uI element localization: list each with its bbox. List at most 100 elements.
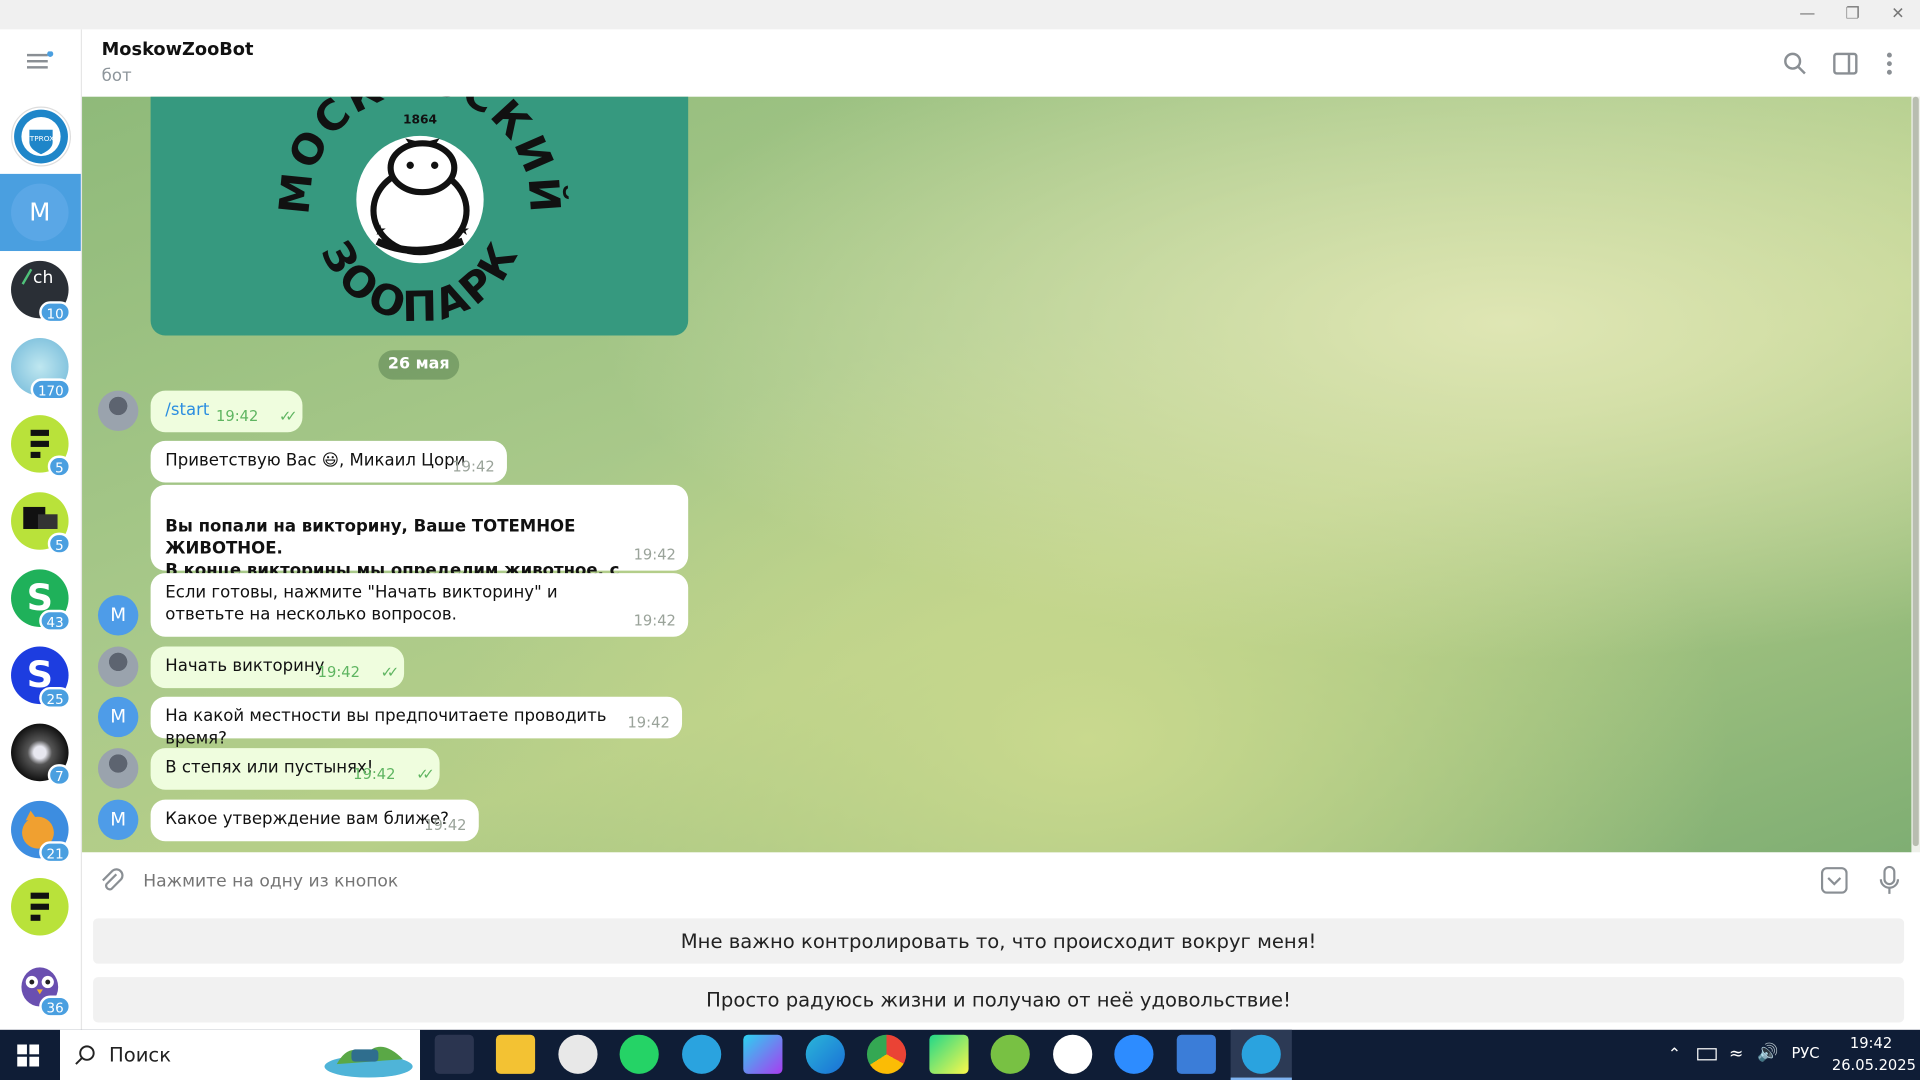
more-options-icon[interactable] [1885,51,1895,75]
windows-start-icon[interactable] [17,1044,40,1067]
windows-taskbar: Поиск ⌃ ≈ 🔊 РУС 19:42 26.05.2025 [0,1029,1920,1080]
clock-date[interactable]: 26.05.2025 [1832,1057,1916,1074]
message-time: 19:42 [627,713,670,732]
close-icon[interactable]: ✕ [1876,0,1920,29]
zoo-logo-image[interactable]: МОСКОВСКИЙ ЗООПАРК 1864 ★ ★ [150,96,689,336]
sidebar-item-cat[interactable]: 21 [11,800,72,864]
bot-avatar[interactable]: M [97,595,139,636]
zoom-icon[interactable] [1114,1034,1154,1074]
unread-badge: 43 [39,609,72,632]
message-incoming[interactable]: На какой местности вы предпочитаете пров… [150,696,683,748]
sidebar-item-green-app-2[interactable]: 5 [11,492,72,555]
message-outgoing[interactable]: /start 19:42 ✓✓ [150,390,303,433]
message-text: Начать викторину [165,656,325,676]
sidebar-item-green-app[interactable]: 5 [11,415,72,478]
scrollbar-thumb[interactable] [1912,96,1919,847]
bot-avatar[interactable]: M [97,696,139,738]
sidebar-item-label: M [11,183,69,242]
message-input-bar [82,853,1920,908]
telegram-icon[interactable] [682,1034,722,1074]
message-text: Если готовы, нажмите "Начать викторину" … [165,582,558,625]
github-icon[interactable] [1053,1034,1093,1074]
sidebar-item-label: ch [33,268,54,288]
message-time: 19:42 [633,546,676,564]
message-text: Приветствую Вас 😃, Микаил Цори [165,450,466,471]
whatsapp-icon[interactable] [619,1034,659,1074]
battery-icon[interactable] [1697,1048,1717,1061]
message-text: На какой местности вы предпочитаете пров… [165,706,607,749]
panda-app-icon[interactable] [558,1034,598,1074]
message-incoming[interactable]: Приветствую Вас 😃, Микаил Цори 19:42 [150,440,507,483]
read-checks-icon: ✓✓ [279,407,298,425]
attach-icon[interactable] [98,867,125,894]
taskbar-search-label: Поиск [108,1043,172,1067]
app-icon[interactable] [1176,1034,1216,1074]
zoo-logo-graphic: МОСКОВСКИЙ ЗООПАРК 1864 ★ ★ [269,97,567,331]
tray-expand-icon[interactable]: ⌃ [1668,1046,1681,1064]
microphone-icon[interactable] [1879,865,1900,895]
telegram-active-taskbar-item[interactable] [1230,1029,1292,1080]
keyboard-button-enjoy[interactable]: Просто радуюсь жизни и получаю от неё уд… [93,977,1905,1023]
sidebar-toggle-icon[interactable] [1833,52,1858,75]
keyboard-button-control[interactable]: Мне важно контролировать то, что происхо… [93,918,1905,964]
restore-icon[interactable]: ❐ [1831,0,1875,29]
menu-icon[interactable] [26,50,54,71]
message-incoming[interactable]: Если готовы, нажмите "Начать викторину" … [150,573,689,637]
sidebar-item-moskowzoobot-active[interactable]: M [0,173,81,252]
read-checks-icon: ✓✓ [416,765,435,783]
chrome-icon[interactable] [866,1034,907,1074]
message-outgoing[interactable]: В степях или пустынях! 19:42 ✓✓ [150,748,440,790]
user-avatar[interactable] [97,748,139,789]
file-explorer-icon[interactable] [495,1034,536,1074]
pycharm-icon[interactable] [929,1034,969,1074]
minimize-icon[interactable]: — [1785,0,1829,29]
unread-badge: 7 [47,764,72,787]
volume-icon[interactable]: 🔊 [1757,1043,1778,1063]
slash-icon [21,268,33,285]
sidebar-item-s-blue[interactable]: S 25 [11,646,72,709]
network-icon[interactable]: ≈ [1729,1044,1743,1064]
search-icon [75,1045,95,1065]
unread-badge: 10 [39,301,72,324]
logo-year: 1864 [403,113,437,127]
message-time: 19:42 [317,663,361,681]
message-area[interactable]: МОСКОВСКИЙ ЗООПАРК 1864 ★ ★ 26 мая /star… [82,96,1912,853]
sidebar-item-owl[interactable]: 36 [11,955,72,1018]
utorrent-icon[interactable] [990,1034,1030,1074]
speedometer-app-icon[interactable] [434,1034,474,1074]
chat-scrollbar[interactable] [1911,96,1920,853]
bot-keyboard-icon[interactable] [1820,867,1848,894]
sidebar-item-channel[interactable]: 170 [11,337,72,401]
bot-avatar[interactable]: M [97,799,139,841]
language-indicator[interactable]: РУС [1791,1044,1819,1061]
svg-text:MTPROXY: MTPROXY [23,134,59,143]
sidebar-item-mtproxy[interactable]: MTPROXY [11,106,72,167]
user-avatar[interactable] [97,646,139,687]
app-logo-icon [30,892,49,921]
message-incoming[interactable]: Вы попали на викторину, Ваше ТОТЕМНОЕ ЖИ… [150,484,689,602]
sidebar-item-ch[interactable]: ch 10 [11,260,72,324]
sidebar-item-green-app-3[interactable] [11,877,69,936]
chat-list-rail: MTPROXY M ch 10 170 5 5 S 43 S 25 7 21 3… [0,29,83,1030]
sidebar-item-galaxy[interactable]: 7 [11,723,72,787]
user-avatar[interactable] [97,390,139,432]
message-time: 19:42 [216,407,259,425]
clock-time[interactable]: 19:42 [1837,1035,1906,1052]
edge-icon[interactable] [805,1034,845,1074]
sidebar-item-s-green[interactable]: S 43 [11,569,72,632]
message-input[interactable] [140,863,1812,901]
message-time: 19:42 [353,765,396,783]
webstorm-icon[interactable] [743,1034,783,1074]
unread-badge: 25 [39,686,72,709]
message-time: 19:42 [633,612,676,630]
taskbar-search-box[interactable]: Поиск [60,1029,421,1080]
message-text[interactable]: /start [165,400,209,420]
message-time: 19:42 [424,816,467,834]
message-incoming[interactable]: Какое утверждение вам ближе? 19:42 [150,799,479,842]
chat-title[interactable]: MoskowZooBot [102,40,254,60]
mtproxy-shield-icon: MTPROXY [14,109,68,164]
search-highlight-icon [324,1046,413,1078]
search-icon[interactable] [1783,51,1807,75]
unread-badge: 21 [39,841,72,864]
message-outgoing[interactable]: Начать викторину 19:42 ✓✓ [150,646,405,689]
